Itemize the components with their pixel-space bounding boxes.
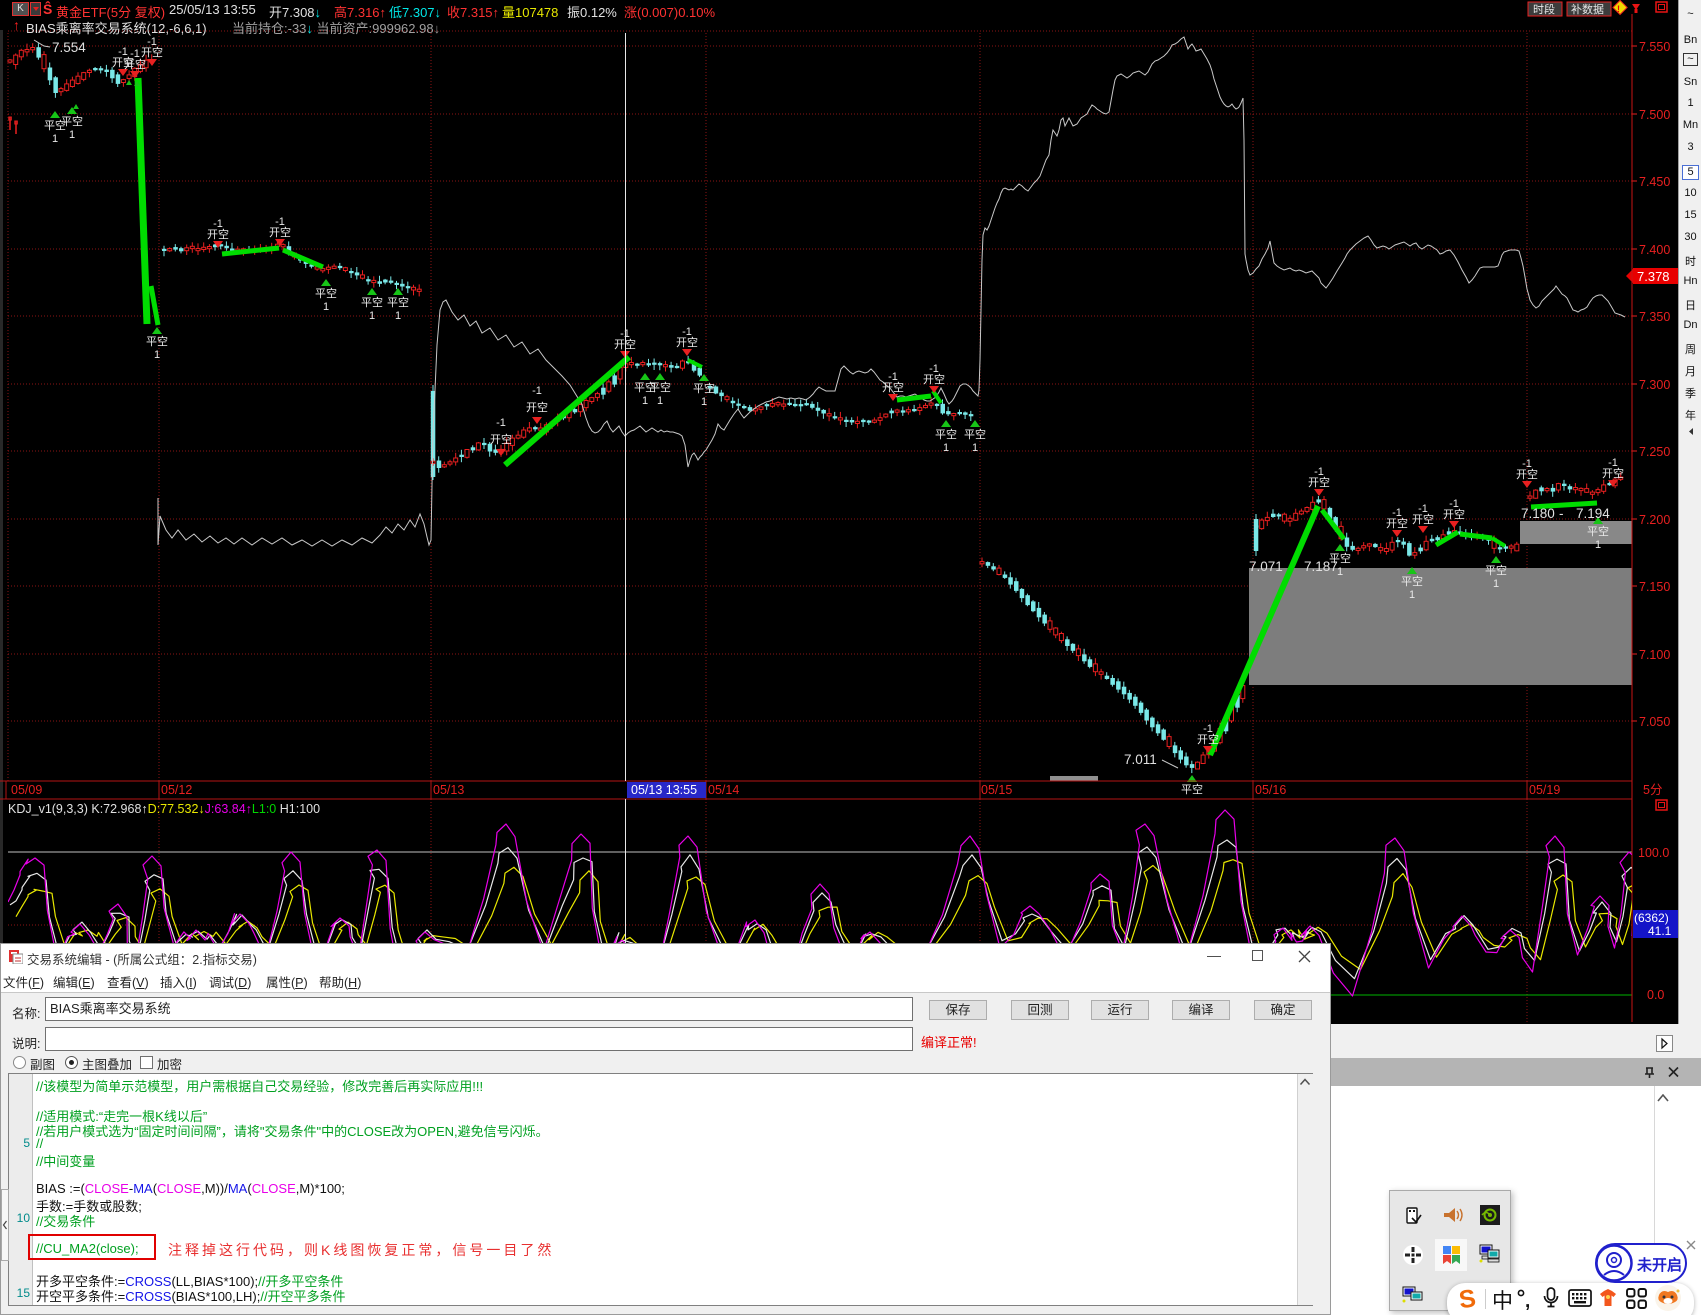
svg-text:平空: 平空 <box>1587 524 1609 538</box>
svg-text:开空: 开空 <box>526 400 548 414</box>
svg-text:-1: -1 <box>130 48 140 60</box>
svg-text:中: 中 <box>1492 1290 1513 1313</box>
svg-text:时段: 时段 <box>1533 2 1555 16</box>
svg-text:05/19: 05/19 <box>1529 783 1560 797</box>
svg-text:平空: 平空 <box>315 286 337 300</box>
svg-text:7.300: 7.300 <box>1639 378 1670 392</box>
svg-text:平空: 平空 <box>146 334 168 348</box>
svg-text:05/13: 05/13 <box>433 783 464 797</box>
svg-text:-1: -1 <box>1392 507 1402 519</box>
svg-text:-1: -1 <box>213 218 223 230</box>
svg-text:平空: 平空 <box>964 427 986 441</box>
svg-text:7.550: 7.550 <box>1639 40 1670 54</box>
svg-text:平空: 平空 <box>1485 563 1507 577</box>
svg-text:平空: 平空 <box>1181 782 1203 796</box>
svg-text:-1: -1 <box>929 363 939 375</box>
svg-text:-1: -1 <box>1449 498 1459 510</box>
svg-text:,: , <box>1525 1291 1530 1312</box>
svg-text:-1: -1 <box>1418 503 1428 515</box>
svg-text:05/14: 05/14 <box>708 783 739 797</box>
svg-text:7.187: 7.187 <box>1304 559 1338 574</box>
svg-text:7.100: 7.100 <box>1639 648 1670 662</box>
svg-text:1: 1 <box>701 396 707 408</box>
svg-text:05/13 13:55: 05/13 13:55 <box>631 783 697 797</box>
svg-text:平空: 平空 <box>693 381 715 395</box>
svg-text:1: 1 <box>395 310 401 322</box>
svg-text:1: 1 <box>1337 566 1343 578</box>
svg-text:1: 1 <box>52 133 58 145</box>
svg-text:1: 1 <box>323 301 329 313</box>
svg-text:-1: -1 <box>682 326 692 338</box>
svg-text:05/16: 05/16 <box>1255 783 1286 797</box>
svg-text:0.0: 0.0 <box>1647 988 1664 1002</box>
svg-text:1: 1 <box>369 310 375 322</box>
svg-text:-1: -1 <box>1203 723 1213 735</box>
svg-text:1: 1 <box>1595 539 1601 551</box>
svg-text:1: 1 <box>154 349 160 361</box>
svg-text:7.350: 7.350 <box>1639 310 1670 324</box>
svg-text:开空: 开空 <box>490 432 512 446</box>
svg-text:-1: -1 <box>275 216 285 228</box>
svg-text:05/15: 05/15 <box>981 783 1012 797</box>
svg-text:1: 1 <box>642 395 648 407</box>
svg-text:7.200: 7.200 <box>1639 513 1670 527</box>
svg-text:-: - <box>1559 506 1564 521</box>
svg-text:-1: -1 <box>1608 457 1618 469</box>
svg-text:-1: -1 <box>496 417 506 429</box>
svg-text:S: S <box>1457 1284 1477 1314</box>
svg-text:1: 1 <box>69 129 75 141</box>
svg-text:7.500: 7.500 <box>1639 108 1670 122</box>
svg-text:7.450: 7.450 <box>1639 175 1670 189</box>
svg-text:1: 1 <box>1493 578 1499 590</box>
svg-text:KDJ_v1(9,3,3) K:72.968↑D:77.53: KDJ_v1(9,3,3) K:72.968↑D:77.532↓J:63.84↑… <box>8 802 320 816</box>
svg-text:平空: 平空 <box>387 295 409 309</box>
svg-text:(6362): (6362) <box>1634 911 1669 925</box>
svg-text:平空: 平空 <box>61 114 83 128</box>
svg-text:1: 1 <box>943 442 949 454</box>
svg-text:100.0: 100.0 <box>1638 846 1669 860</box>
svg-text:平空: 平空 <box>1401 574 1423 588</box>
svg-text:平空: 平空 <box>935 427 957 441</box>
svg-text:-1: -1 <box>147 36 157 48</box>
svg-text:1: 1 <box>1409 589 1415 601</box>
svg-text:7.150: 7.150 <box>1639 580 1670 594</box>
svg-text:-1: -1 <box>888 371 898 383</box>
svg-text:7.378: 7.378 <box>1637 269 1670 284</box>
svg-text:7.011: 7.011 <box>1124 752 1157 767</box>
svg-text:补数据: 补数据 <box>1571 2 1604 16</box>
svg-text:1: 1 <box>972 442 978 454</box>
svg-text:05/12: 05/12 <box>161 783 192 797</box>
svg-text:1: 1 <box>657 395 663 407</box>
svg-text:平空: 平空 <box>361 295 383 309</box>
svg-text:7.400: 7.400 <box>1639 243 1670 257</box>
svg-text:7.554: 7.554 <box>52 40 86 55</box>
svg-text:-1: -1 <box>1314 466 1324 478</box>
svg-text:平空: 平空 <box>649 380 671 394</box>
svg-text:-1: -1 <box>532 385 542 397</box>
svg-text:-1: -1 <box>118 46 128 58</box>
svg-text:41.1: 41.1 <box>1648 924 1672 938</box>
svg-text:7.071: 7.071 <box>1249 559 1283 574</box>
svg-text:-1: -1 <box>1522 458 1532 470</box>
svg-text:7.050: 7.050 <box>1639 715 1670 729</box>
svg-text:7.250: 7.250 <box>1639 445 1670 459</box>
svg-text:5分: 5分 <box>1643 783 1662 797</box>
svg-text:!: ! <box>1617 4 1620 14</box>
svg-text:05/09: 05/09 <box>11 783 42 797</box>
svg-text:7.180: 7.180 <box>1521 506 1555 521</box>
svg-text:7.194: 7.194 <box>1576 506 1610 521</box>
